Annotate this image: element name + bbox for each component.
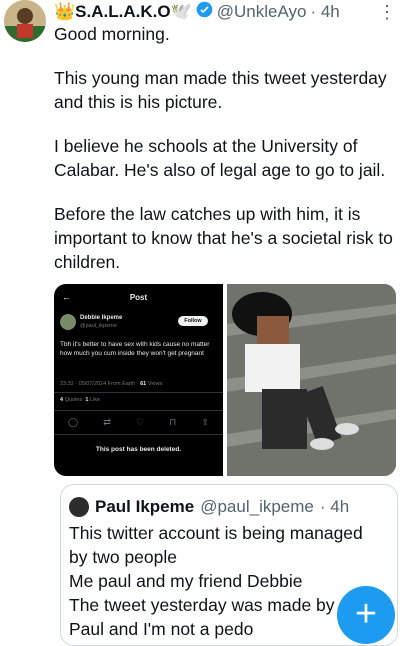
quoted-line: by two people [69, 547, 177, 567]
embedded-screenshot[interactable]: ← Post Debbie Ikpeme @paul_ikpeme Follow… [54, 284, 223, 476]
screenshot-avatar [60, 314, 76, 330]
screenshot-author-handle: @paul_ikpeme [80, 323, 117, 329]
quoted-line: This twitter account is being managed [69, 523, 363, 543]
quoted-tweet-time: · 4h [319, 497, 350, 516]
tweet-text: Good morning. This young man made this t… [54, 22, 399, 294]
screenshot-author-name: Debbie Ikpeme [80, 315, 123, 321]
screenshot-quotes-label: Quotes [64, 397, 83, 403]
bookmark-icon: ⊓ [169, 417, 177, 427]
share-icon: ⇪ [201, 417, 209, 427]
screenshot-deleted-notice: This post has been deleted. [95, 446, 182, 453]
more-icon[interactable]: ⋮ [378, 2, 396, 23]
divider [54, 434, 223, 435]
screenshot-follow-button: Follow [178, 316, 208, 326]
tweet-media[interactable]: ← Post Debbie Ikpeme @paul_ikpeme Follow… [54, 284, 396, 476]
screenshot-likes-label: Like [89, 397, 101, 403]
screenshot-views-label: Views [147, 381, 163, 387]
embedded-photo[interactable] [227, 284, 396, 476]
author-avatar[interactable] [4, 0, 46, 42]
screenshot-stats: 4 Quotes 1 Like [60, 397, 100, 403]
screenshot-quotes-count: 4 [60, 397, 64, 403]
reply-icon: ◯ [68, 417, 79, 427]
author-handle[interactable]: @UnkleAyo [217, 2, 307, 22]
quoted-tweet-header: Paul Ikpeme @paul_ikpeme · 4h [69, 497, 349, 517]
screenshot-meta: 23:32 · 05/07/2024 From Earth · 61 Views [60, 381, 162, 387]
verified-badge-icon [196, 1, 213, 23]
screenshot-meta-text: 23:32 · 05/07/2024 From Earth · [60, 381, 139, 387]
screenshot-views-count: 61 [140, 381, 147, 387]
quoted-author-handle: @paul_ikpeme [200, 497, 314, 516]
quoted-author-avatar [69, 497, 89, 517]
screenshot-likes-count: 1 [85, 397, 89, 403]
tweet-header: 👑S.A.L.A.K.O🕊️ @UnkleAyo · 4h [54, 0, 401, 24]
screenshot-post-text: Tbh it's better to have sex with kids ca… [60, 341, 210, 357]
screenshot-title: Post [129, 293, 148, 302]
tweet-time[interactable]: · 4h [310, 2, 339, 22]
tweet-paragraph: Good morning. [54, 24, 170, 44]
like-icon: ♡ [135, 417, 145, 427]
quoted-author-name: Paul Ikpeme [95, 497, 195, 516]
tweet-paragraph: This young man made this tweet yesterday… [54, 68, 387, 112]
retweet-icon: ⇄ [103, 417, 111, 427]
divider [54, 392, 223, 393]
tweet-paragraph: I believe he schools at the University o… [54, 136, 386, 180]
quoted-line: Me paul and my friend Debbie [69, 571, 303, 591]
screenshot-actions: ◯ ⇄ ♡ ⊓ ⇪ [68, 417, 209, 428]
divider [54, 410, 223, 411]
compose-icon[interactable]: + [337, 586, 395, 644]
author-display-name[interactable]: 👑S.A.L.A.K.O🕊️ [54, 2, 192, 22]
tweet-paragraph: Before the law catches up with him, it i… [54, 204, 393, 272]
